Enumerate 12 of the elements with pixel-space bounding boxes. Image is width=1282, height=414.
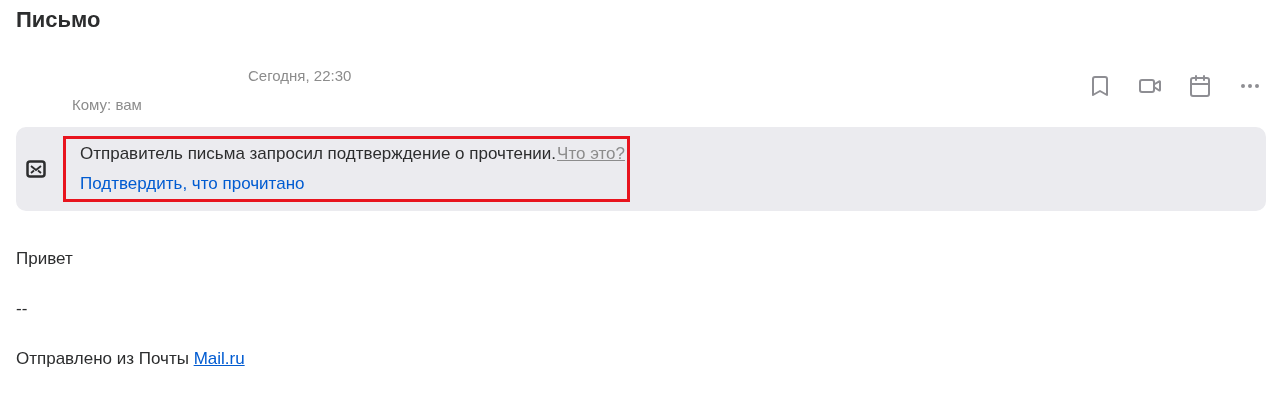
read-receipt-message: Отправитель письма запросил подтверждение о прочтении. bbox=[80, 143, 557, 165]
what-is-this-link[interactable]: Что это? bbox=[557, 143, 625, 165]
signature-text: Отправлено из Почты Mail.ru bbox=[16, 348, 245, 370]
page-title: Письмо bbox=[16, 6, 101, 34]
body-text: Привет bbox=[16, 248, 73, 270]
mail-link[interactable]: Mail.ru bbox=[193, 349, 245, 368]
calendar-icon[interactable] bbox=[1188, 74, 1212, 98]
envelope-icon bbox=[26, 160, 46, 178]
confirm-read-link[interactable]: Подтвердить, что прочитано bbox=[80, 173, 305, 195]
recipient-label: Кому: вам bbox=[72, 95, 143, 115]
body-text: -- bbox=[16, 298, 28, 320]
message-date: Сегодня, 22:30 bbox=[248, 66, 352, 86]
